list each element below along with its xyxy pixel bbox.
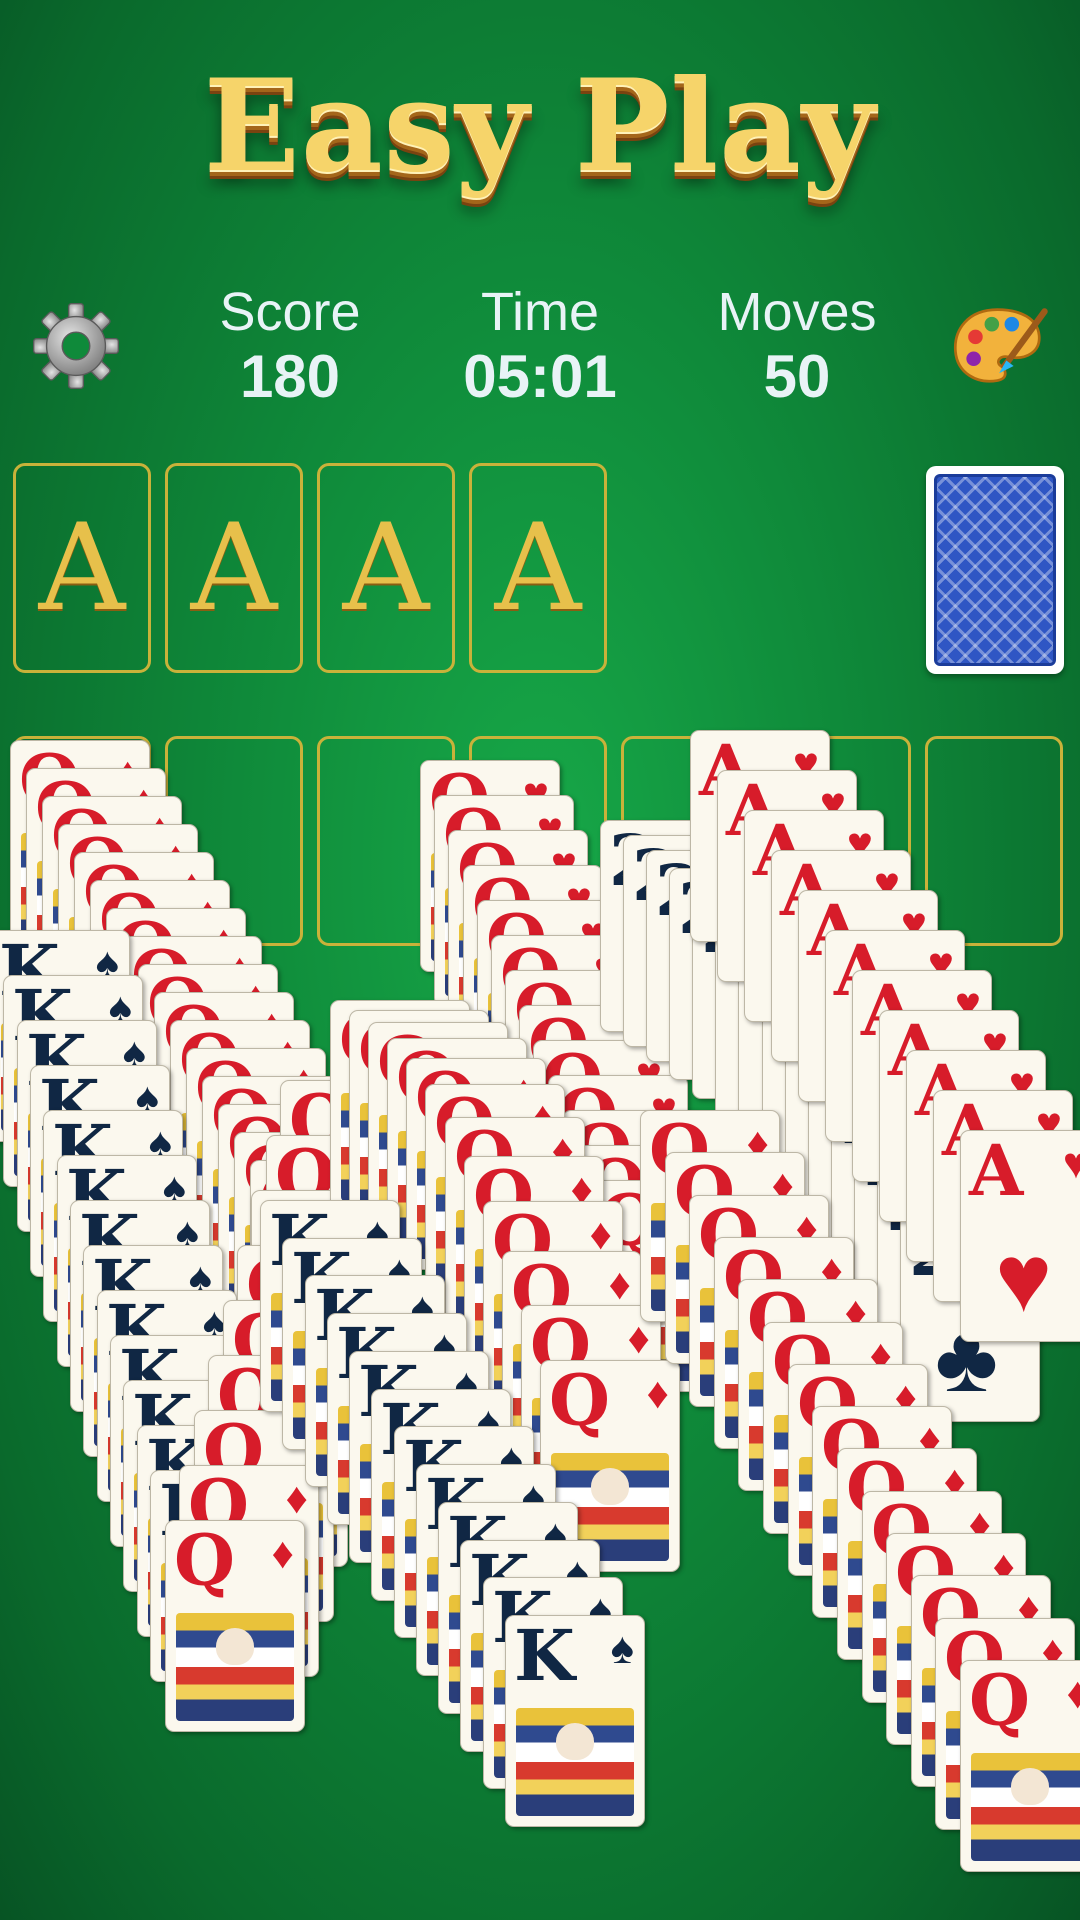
cascade-card: A ♥♥ <box>960 1130 1080 1342</box>
card-rank: Q <box>174 1520 235 1602</box>
card-suit-icon: ♦ <box>271 1529 294 1578</box>
card-suit-icon: ♦ <box>285 1474 308 1523</box>
card-suit-icon: ♥ <box>1063 1141 1080 1187</box>
card-suit-icon: ♦ <box>608 1260 631 1309</box>
card-suit-icon: ♦ <box>627 1314 650 1363</box>
cascade-card: K♠ <box>505 1615 645 1827</box>
card-rank: Q <box>549 1360 610 1442</box>
card-cascade-animation: Q♦Q♦Q♦Q♦Q♦Q♦Q♦Q♦Q♦Q♦Q♦Q♦Q♦Q♦Q♦Q♦K♠K♠K♠K♠… <box>0 0 1080 1920</box>
face-card-art <box>176 1613 294 1721</box>
cascade-card: Q♦ <box>165 1520 305 1732</box>
card-rank: A <box>969 1130 1024 1212</box>
cascade-card: Q♦ <box>960 1660 1080 1872</box>
card-suit-icon: ♦ <box>646 1369 669 1418</box>
face-card-art <box>971 1753 1080 1861</box>
face-card-art <box>516 1708 634 1816</box>
card-suit-icon: ♠ <box>610 1624 634 1673</box>
card-suit-icon: ♦ <box>1067 1671 1080 1717</box>
card-rank: Q <box>969 1660 1030 1742</box>
card-rank: K <box>514 1615 575 1697</box>
card-pip-icon: ♥ <box>995 1225 1052 1332</box>
